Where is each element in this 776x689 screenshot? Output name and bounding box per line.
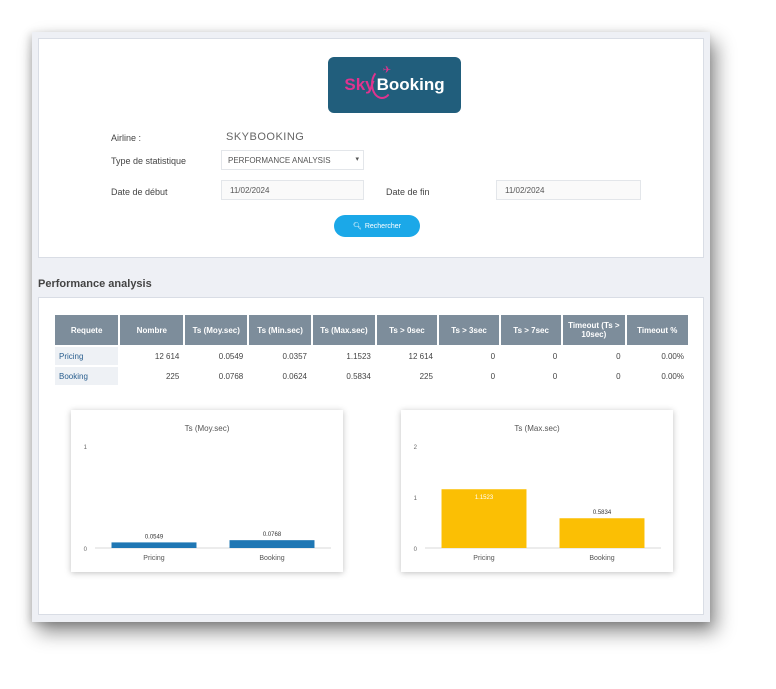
column-header: Timeout (Ts > 10sec)	[563, 315, 625, 345]
table-cell: 12 614	[120, 347, 184, 365]
y-tick-label: 2	[414, 445, 418, 451]
column-header: Ts > 0sec	[376, 315, 437, 345]
y-tick-label: 0	[84, 547, 88, 553]
chart-ts-max: 0 1 2 1.1523 Pricing 0.5834 Booking Ts (Max.se…	[401, 410, 673, 572]
type-statistique-select[interactable]: PERFORMANCE ANALYSIS ▾	[221, 150, 364, 170]
type-statistique-value: PERFORMANCE ANALYSIS	[228, 156, 331, 165]
airline-label: Airline :	[111, 133, 142, 143]
end-date-label: Date de fin	[386, 187, 430, 197]
bar-chart-svg: 0 1 0.0549 Pricing 0.0768 Booking	[84, 445, 331, 562]
start-date-label: Date de début	[111, 187, 168, 197]
table-cell: Pricing	[55, 347, 119, 365]
table-cell: 0	[438, 347, 500, 365]
airline-value: SKYBOOKING	[226, 131, 305, 143]
logo-booking-text: ✈ Booking	[370, 65, 445, 99]
table-cell: Booking	[55, 367, 119, 385]
x-tick-label: Pricing	[473, 555, 495, 562]
x-tick-label: Booking	[259, 555, 284, 562]
plane-icon: ✈	[382, 65, 392, 76]
table-row: Pricing 12 614 0.0549 0.0357 1.1523 12 6…	[55, 347, 688, 365]
y-tick-label: 1	[84, 445, 88, 451]
column-header: Requete	[55, 315, 119, 345]
column-header: Ts > 3sec	[438, 315, 500, 345]
column-header: Timeout %	[626, 315, 688, 345]
x-tick-label: Booking	[589, 555, 614, 562]
table-cell: 0.0624	[249, 367, 311, 385]
search-button-label: Rechercher	[364, 222, 402, 230]
table-cell: 0	[563, 367, 625, 385]
type-statistique-label: Type de statistique	[111, 156, 187, 166]
table-cell: 225	[120, 367, 184, 385]
y-tick-label: 1	[414, 496, 418, 502]
column-header: Ts (Max.sec)	[312, 315, 375, 345]
table-header-row: Requete Nombre Ts (Moy.sec) Ts (Min.sec)…	[55, 315, 688, 345]
table-cell: 0	[563, 347, 625, 365]
y-tick-label: 0	[414, 547, 418, 553]
column-header: Ts (Min.sec)	[249, 315, 311, 345]
table-cell: 0.00%	[626, 367, 688, 385]
column-header: Nombre	[120, 315, 184, 345]
search-icon: 🔍︎	[352, 223, 362, 230]
table-cell: 1.1523	[312, 347, 375, 365]
table-cell: 12 614	[376, 347, 437, 365]
table-cell: 0.5834	[312, 367, 375, 385]
bar	[229, 540, 315, 548]
table-cell: 0	[501, 367, 562, 385]
results-card: Requete Nombre Ts (Moy.sec) Ts (Min.sec)…	[38, 297, 704, 615]
table-cell: 0	[438, 367, 500, 385]
chart-title: Ts (Moy.sec)	[184, 424, 230, 433]
table-cell: 0.0357	[249, 347, 311, 365]
data-label: 1.1523	[475, 495, 494, 501]
search-button[interactable]: 🔍︎ Rechercher	[334, 215, 420, 237]
x-tick-label: Pricing	[143, 555, 165, 562]
table-cell: 225	[376, 367, 437, 385]
bar	[111, 542, 197, 548]
table-cell: 0.0768	[185, 367, 248, 385]
start-date-input[interactable]: 11/02/2024	[221, 180, 364, 200]
end-date-input[interactable]: 11/02/2024	[496, 180, 641, 200]
data-label: 0.0768	[263, 532, 282, 538]
bar-chart-svg: 0 1 2 1.1523 Pricing 0.5834 Booking	[414, 445, 661, 562]
section-title: Performance analysis	[38, 278, 152, 290]
data-label: 0.5834	[593, 510, 612, 516]
bar	[559, 518, 645, 548]
table-cell: 0.0549	[185, 347, 248, 365]
chart-title: Ts (Max.sec)	[514, 424, 560, 433]
search-form-card: Sky ✈ Booking Airline : SKYBOOKING Type d…	[38, 38, 704, 258]
data-label: 0.0549	[145, 534, 164, 540]
table-row: Booking 225 0.0768 0.0624 0.5834 225 0 0…	[55, 367, 688, 385]
chevron-down-icon: ▾	[355, 156, 359, 163]
app-window: Sky ✈ Booking Airline : SKYBOOKING Type d…	[32, 32, 710, 622]
skybooking-logo: Sky ✈ Booking	[328, 57, 461, 113]
chart-ts-moy: 0 1 0.0549 Pricing 0.0768 Booking Ts (Moy.sec…	[71, 410, 343, 572]
table-cell: 0.00%	[626, 347, 688, 365]
column-header: Ts > 7sec	[501, 315, 562, 345]
table-cell: 0	[501, 347, 562, 365]
column-header: Ts (Moy.sec)	[185, 315, 248, 345]
performance-table: Requete Nombre Ts (Moy.sec) Ts (Min.sec)…	[53, 313, 690, 387]
